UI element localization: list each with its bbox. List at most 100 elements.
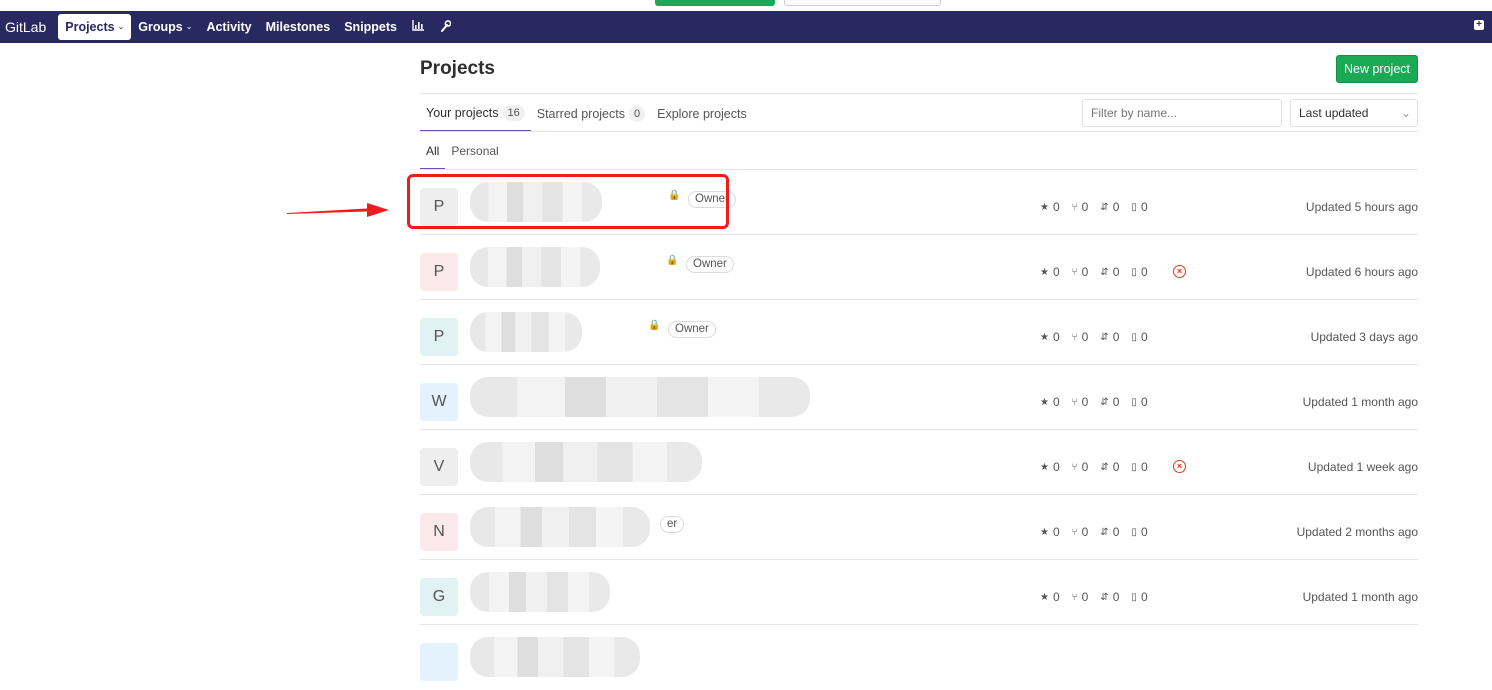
project-row[interactable]: Ner ★ 0 ⑂ 0 ⇵ 0 ▯ 0 Updated 2 months ago: [420, 495, 1418, 560]
merge-requests-count: 0: [1112, 200, 1120, 214]
subtab-all[interactable]: All: [420, 134, 446, 170]
project-stats: ★ 0 ⑂ 0 ⇵ 0 ▯ 0: [1040, 395, 1148, 409]
stars-stat[interactable]: ★ 0: [1040, 590, 1060, 604]
fork-icon: ⑂: [1071, 201, 1078, 213]
issues-stat[interactable]: ▯ 0: [1131, 395, 1147, 409]
merge-requests-stat[interactable]: ⇵ 0: [1100, 460, 1119, 474]
project-stats: ★ 0 ⑂ 0 ⇵ 0 ▯ 0: [1040, 525, 1148, 539]
filter-subtabs: All Personal: [420, 134, 505, 170]
merge-requests-stat[interactable]: ⇵ 0: [1100, 395, 1119, 409]
subtab-personal[interactable]: Personal: [445, 134, 504, 170]
stars-count: 0: [1052, 265, 1060, 279]
issues-count: 0: [1140, 525, 1148, 539]
red-highlight-box: [407, 174, 729, 229]
stars-stat[interactable]: ★ 0: [1040, 525, 1060, 539]
forks-stat[interactable]: ⑂ 0: [1072, 460, 1089, 474]
sort-dropdown[interactable]: Last updated ⌄: [1290, 99, 1418, 127]
updated-timestamp: Updated 1 month ago: [1302, 590, 1418, 604]
project-avatar[interactable]: G: [420, 578, 458, 616]
merge-requests-stat[interactable]: ⇵ 0: [1100, 200, 1119, 214]
project-row[interactable]: G ★ 0 ⑂ 0 ⇵ 0 ▯ 0 Updated 1 month ago: [420, 560, 1418, 625]
issues-stat[interactable]: ▯ 0: [1131, 200, 1147, 214]
stars-count: 0: [1052, 200, 1060, 214]
forks-stat[interactable]: ⑂ 0: [1072, 330, 1089, 344]
project-avatar[interactable]: W: [420, 383, 458, 421]
issues-stat[interactable]: ▯ 0: [1131, 330, 1147, 344]
stars-stat[interactable]: ★ 0: [1040, 330, 1060, 344]
browser-white-button[interactable]: [784, 0, 941, 6]
pipeline-failed-icon[interactable]: ×: [1173, 460, 1186, 473]
stars-stat[interactable]: ★ 0: [1040, 395, 1060, 409]
merge-requests-stat[interactable]: ⇵ 0: [1100, 525, 1119, 539]
issues-icon: ▯: [1131, 266, 1137, 278]
fork-icon: ⑂: [1071, 591, 1078, 603]
forks-stat[interactable]: ⑂ 0: [1072, 590, 1089, 604]
project-stats: ★ 0 ⑂ 0 ⇵ 0 ▯ 0: [1040, 590, 1148, 604]
project-row[interactable]: V ★ 0 ⑂ 0 ⇵ 0 ▯ 0 × Updated 1 week ago: [420, 430, 1418, 495]
redacted-project-name[interactable]: [470, 377, 810, 417]
redacted-project-name[interactable]: [470, 247, 600, 287]
forks-stat[interactable]: ⑂ 0: [1072, 265, 1089, 279]
project-avatar[interactable]: N: [420, 513, 458, 551]
wrench-icon[interactable]: [432, 19, 459, 35]
new-project-button[interactable]: New project: [1336, 55, 1418, 83]
redacted-project-name[interactable]: [470, 637, 640, 677]
nav-snippets[interactable]: Snippets: [337, 14, 404, 40]
browser-green-button[interactable]: [655, 0, 775, 6]
redacted-project-name[interactable]: [470, 507, 650, 547]
issues-stat[interactable]: ▯ 0: [1131, 460, 1147, 474]
merge-request-icon: ⇵: [1100, 266, 1109, 278]
pipeline-failed-icon[interactable]: ×: [1173, 265, 1186, 278]
issues-stat[interactable]: ▯ 0: [1131, 525, 1147, 539]
merge-requests-stat[interactable]: ⇵ 0: [1100, 330, 1119, 344]
merge-request-icon: ⇵: [1100, 331, 1109, 343]
redacted-project-name[interactable]: [470, 312, 582, 352]
merge-requests-stat[interactable]: ⇵ 0: [1100, 265, 1119, 279]
star-icon: ★: [1040, 591, 1049, 603]
issues-icon: ▯: [1131, 331, 1137, 343]
issues-icon: ▯: [1131, 461, 1137, 473]
project-avatar[interactable]: P: [420, 253, 458, 291]
project-avatar[interactable]: V: [420, 448, 458, 486]
redacted-project-name[interactable]: [470, 572, 610, 612]
tab-label: Your projects: [426, 106, 499, 120]
filter-input[interactable]: [1082, 99, 1282, 127]
project-row[interactable]: P 🔒 Owner ★ 0 ⑂ 0 ⇵ 0 ▯ 0 Updated 3 days ago: [420, 300, 1418, 365]
merge-requests-stat[interactable]: ⇵ 0: [1100, 590, 1119, 604]
issues-count: 0: [1140, 460, 1148, 474]
updated-timestamp: Updated 6 hours ago: [1305, 265, 1418, 279]
forks-stat[interactable]: ⑂ 0: [1072, 525, 1089, 539]
star-icon: ★: [1040, 526, 1049, 538]
fork-icon: ⑂: [1071, 461, 1078, 473]
gitlab-logo[interactable]: GitLab: [5, 19, 46, 35]
nav-projects[interactable]: Projects ⌄: [58, 14, 132, 40]
issues-icon: ▯: [1131, 526, 1137, 538]
updated-timestamp: Updated 3 days ago: [1310, 330, 1418, 344]
issues-stat[interactable]: ▯ 0: [1131, 590, 1147, 604]
nav-activity[interactable]: Activity: [199, 14, 258, 40]
merge-requests-count: 0: [1112, 330, 1120, 344]
plus-icon[interactable]: +: [1474, 20, 1484, 30]
project-row[interactable]: P 🔒 Owner ★ 0 ⑂ 0 ⇵ 0 ▯ 0 × Updated 6 hours ago: [420, 235, 1418, 300]
tab-your-projects[interactable]: Your projects 16: [420, 96, 531, 132]
chart-icon[interactable]: [404, 20, 432, 34]
project-row[interactable]: [420, 625, 1418, 690]
issues-stat[interactable]: ▯ 0: [1131, 265, 1147, 279]
forks-stat[interactable]: ⑂ 0: [1072, 200, 1089, 214]
merge-requests-count: 0: [1112, 460, 1120, 474]
top-navbar: GitLab Projects ⌄ Groups ⌄ Activity Mile…: [0, 11, 1492, 43]
project-row[interactable]: W ★ 0 ⑂ 0 ⇵ 0 ▯ 0 Updated 1 month ago: [420, 365, 1418, 430]
stars-stat[interactable]: ★ 0: [1040, 265, 1060, 279]
stars-stat[interactable]: ★ 0: [1040, 460, 1060, 474]
project-avatar[interactable]: P: [420, 318, 458, 356]
redacted-project-name[interactable]: [470, 442, 702, 482]
project-avatar[interactable]: [420, 643, 458, 681]
nav-groups[interactable]: Groups ⌄: [131, 14, 199, 40]
issues-icon: ▯: [1131, 591, 1137, 603]
nav-milestones[interactable]: Milestones: [259, 14, 338, 40]
tab-explore-projects[interactable]: Explore projects: [651, 96, 753, 132]
stars-stat[interactable]: ★ 0: [1040, 200, 1060, 214]
project-stats: ★ 0 ⑂ 0 ⇵ 0 ▯ 0: [1040, 200, 1148, 214]
forks-stat[interactable]: ⑂ 0: [1072, 395, 1089, 409]
tab-starred-projects[interactable]: Starred projects 0: [531, 96, 651, 132]
